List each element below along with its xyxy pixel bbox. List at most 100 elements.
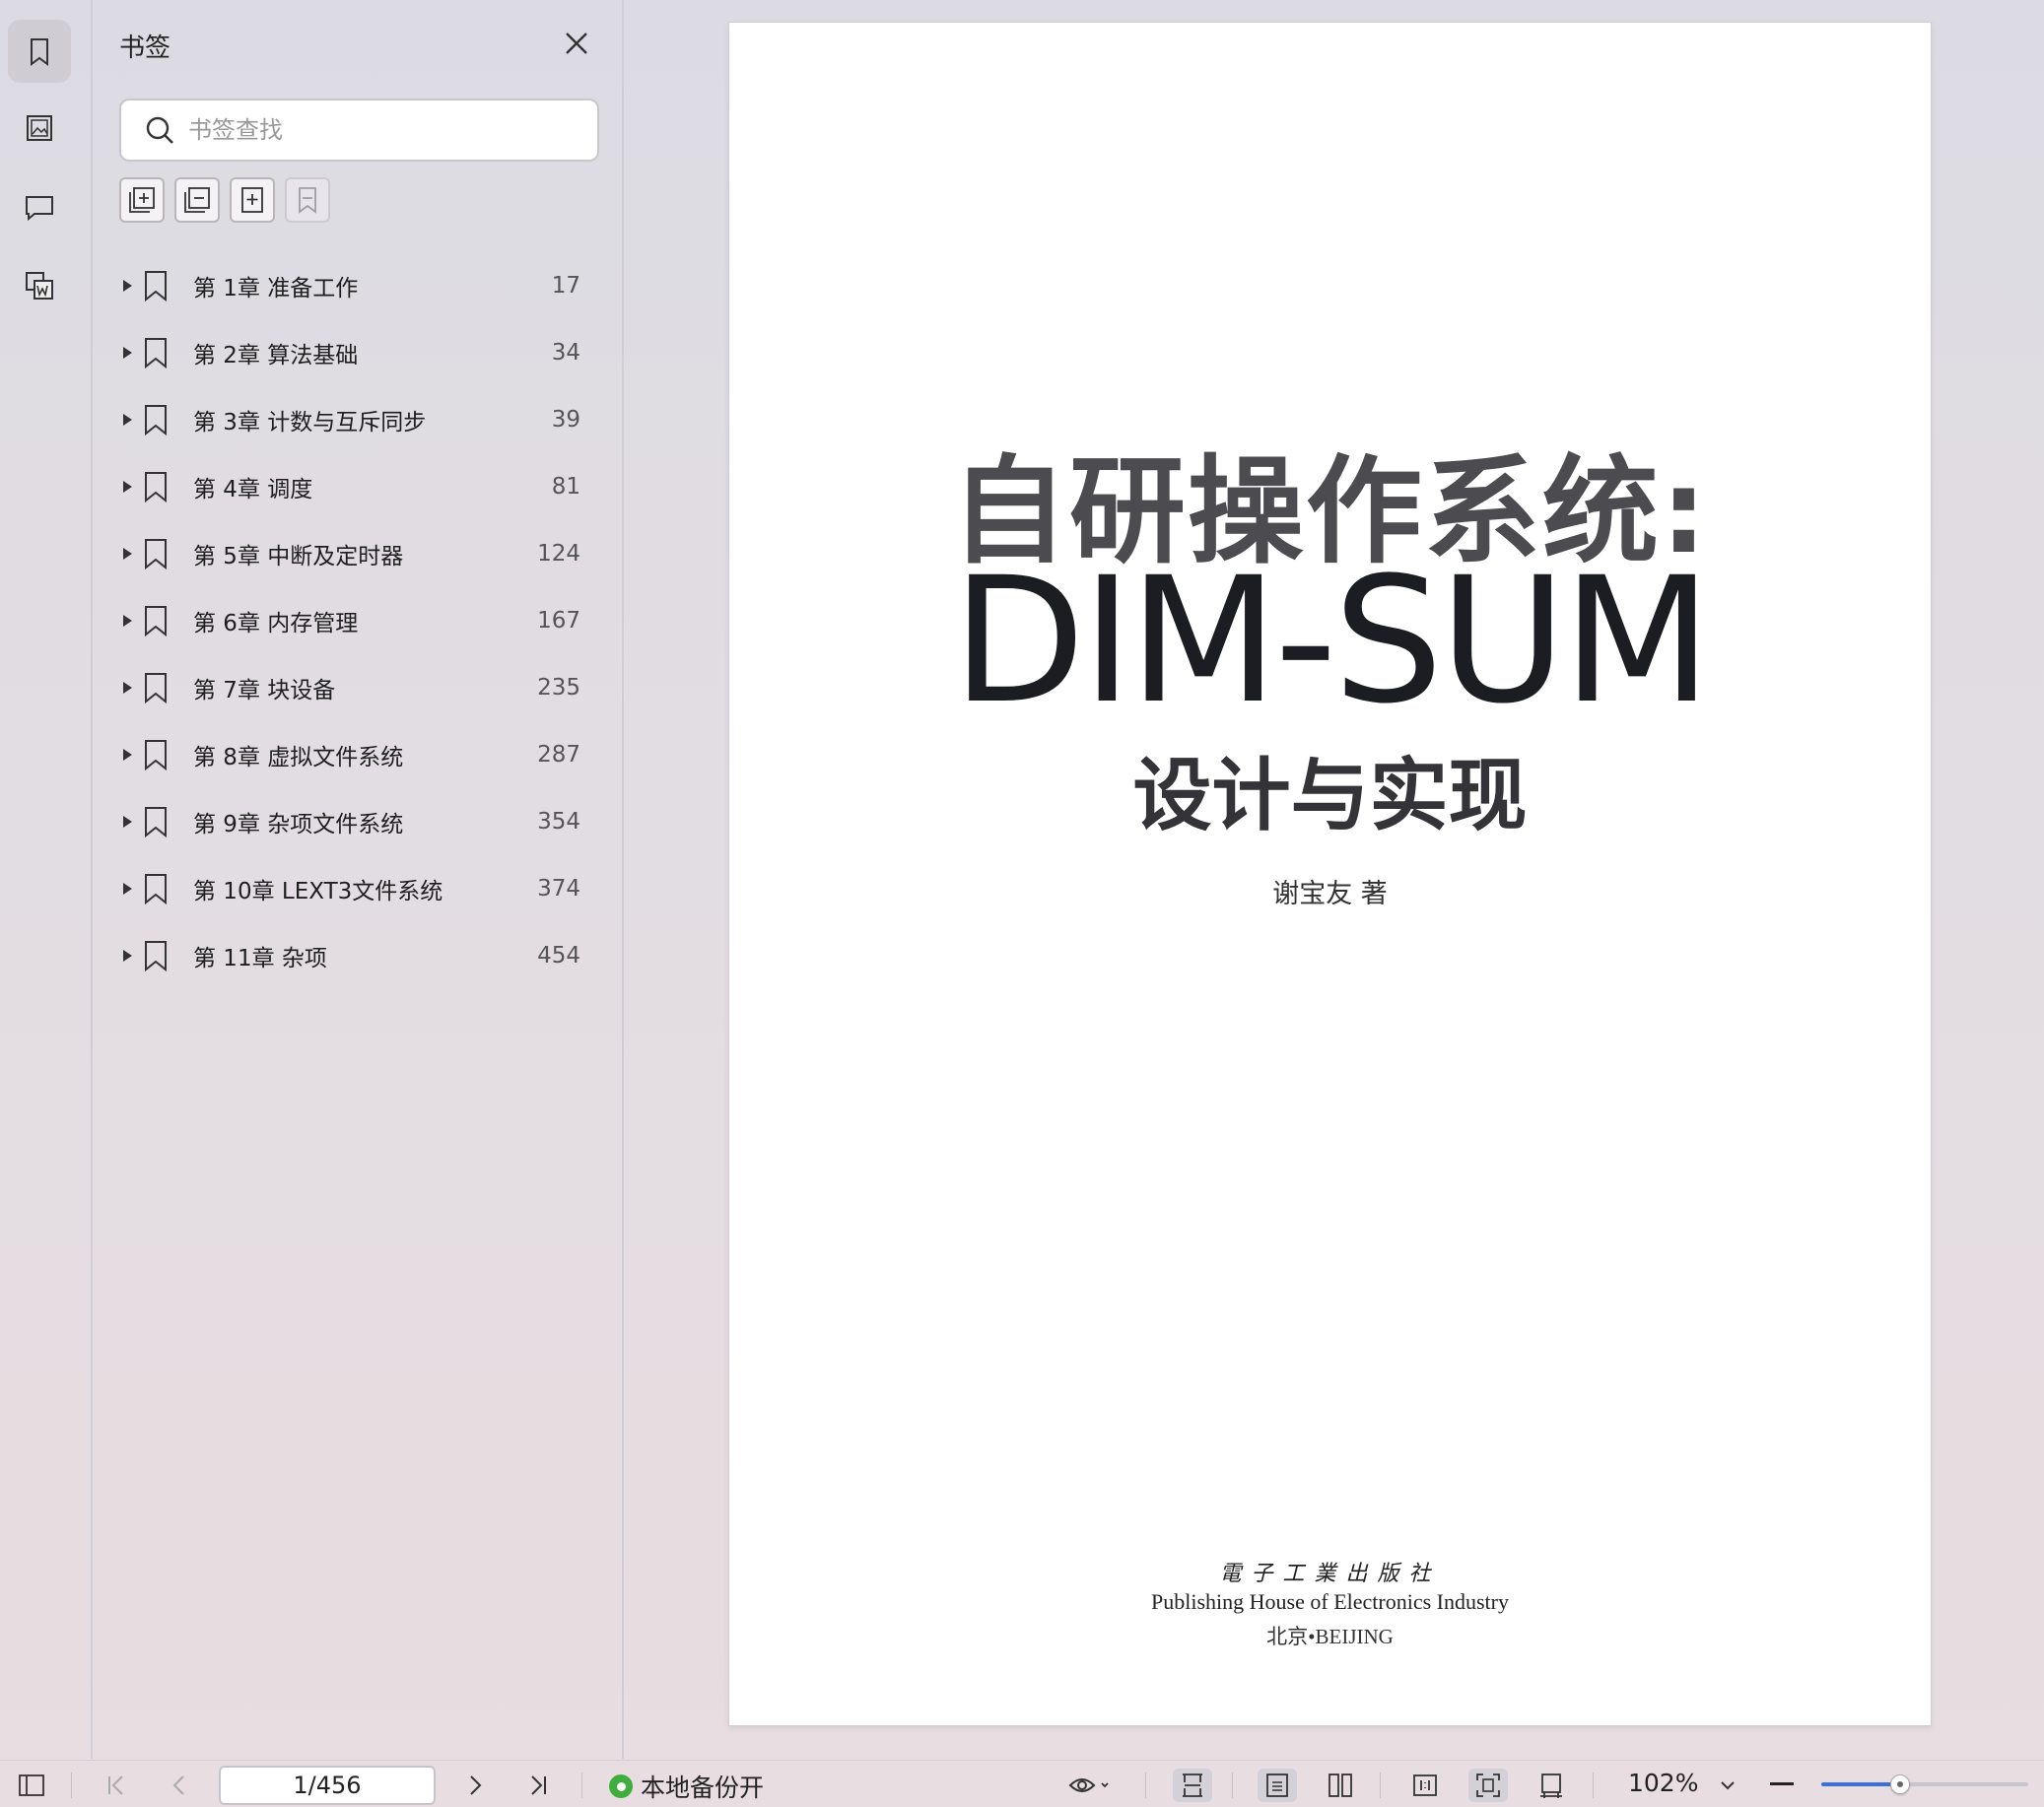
bookmark-label: 第 3章 计数与互斥同步 <box>193 410 427 435</box>
convert-panel-button[interactable] <box>8 254 71 317</box>
expand-arrow-icon[interactable] <box>123 347 132 359</box>
bookmark-icon <box>145 472 167 503</box>
bookmark-item[interactable]: 第 6章 内存管理 167 <box>119 587 602 654</box>
last-page-button[interactable] <box>518 1769 558 1802</box>
bookmark-page-number: 124 <box>537 541 580 567</box>
first-page-button[interactable] <box>97 1769 136 1802</box>
expand-arrow-icon[interactable] <box>123 548 132 560</box>
collapse-all-icon <box>184 187 210 213</box>
bookmark-page-number: 39 <box>551 407 580 433</box>
document-page: 自研操作系统: DIM-SUM 设计与实现 谢宝友 著 電子工業出版社 Publ… <box>728 22 1932 1726</box>
next-page-button[interactable] <box>455 1769 495 1802</box>
two-page-button[interactable] <box>1321 1769 1360 1802</box>
bookmark-page-number: 81 <box>551 474 580 500</box>
expand-arrow-icon[interactable] <box>123 414 132 426</box>
chevron-down-icon[interactable] <box>1717 1774 1738 1796</box>
bookmark-list: 第 1章 准备工作 17 第 2章 算法基础 34 第 3章 计数与互斥同步 39 第 4章… <box>119 252 602 989</box>
close-icon[interactable] <box>559 26 594 61</box>
bookmark-panel-button[interactable] <box>8 20 71 83</box>
bookmark-icon <box>145 606 167 637</box>
rotate-page-button[interactable] <box>1532 1769 1571 1802</box>
bookmark-icon <box>145 874 167 905</box>
bookmark-page-number: 167 <box>537 608 580 634</box>
chevron-left-icon <box>172 1775 184 1795</box>
bookmark-search-input[interactable] <box>188 116 563 144</box>
bookmark-icon <box>145 271 167 302</box>
left-rail <box>0 0 93 1759</box>
expand-arrow-icon[interactable] <box>123 615 132 627</box>
expand-arrow-icon[interactable] <box>123 950 132 962</box>
bookmark-label: 第 7章 块设备 <box>193 678 336 703</box>
fit-width-button[interactable] <box>1173 1769 1212 1802</box>
bookmark-icon <box>145 673 167 704</box>
divider <box>581 1773 582 1798</box>
bookmark-page-number: 17 <box>551 273 580 299</box>
bookmark-toolbar <box>119 177 330 223</box>
comment-icon <box>26 196 53 222</box>
add-bookmark-icon <box>241 187 263 213</box>
bookmark-item[interactable]: 第 7章 块设备 235 <box>119 654 602 721</box>
first-page-icon <box>108 1775 123 1795</box>
remove-bookmark-icon <box>299 187 316 214</box>
local-backup-toggle[interactable]: 本地备份开 <box>609 1769 764 1804</box>
bookmark-item[interactable]: 第 11章 杂项 454 <box>119 922 602 989</box>
bookmark-item[interactable]: 第 3章 计数与互斥同步 39 <box>119 386 602 453</box>
page-number-input[interactable] <box>219 1766 436 1805</box>
thumbnail-panel-button[interactable] <box>8 97 71 160</box>
bookmark-item[interactable]: 第 8章 虚拟文件系统 287 <box>119 721 602 788</box>
toggle-sidebar-button[interactable] <box>12 1769 51 1802</box>
single-page-button[interactable] <box>1258 1769 1297 1802</box>
view-mode-button[interactable] <box>1060 1769 1120 1802</box>
book-title-line2: DIM-SUM <box>951 540 1712 742</box>
image-icon <box>27 115 52 141</box>
last-page-icon <box>531 1775 546 1795</box>
zoom-level[interactable]: 102% <box>1628 1769 1698 1797</box>
bookmark-panel: 书签 第 1章 准备工作17第 2章 算法基础34第 3章 计数与互斥同步39第… <box>94 0 624 1759</box>
status-bar: 本地备份开 102% <box>0 1760 2044 1807</box>
collapse-all-button[interactable] <box>174 177 220 223</box>
bookmark-item[interactable]: 第 5章 中断及定时器 124 <box>119 520 602 587</box>
fit-page-button[interactable] <box>1468 1769 1508 1802</box>
document-viewport[interactable]: 自研操作系统: DIM-SUM 设计与实现 谢宝友 著 電子工業出版社 Publ… <box>626 0 2044 1759</box>
convert-word-icon <box>26 272 53 300</box>
bookmark-icon <box>31 38 48 66</box>
book-title-line3: 设计与实现 <box>1132 750 1528 841</box>
divider <box>1380 1773 1381 1798</box>
delete-bookmark-button[interactable] <box>285 177 330 223</box>
sidebar-toggle-icon <box>19 1774 44 1796</box>
zoom-slider[interactable] <box>1821 1774 2028 1794</box>
add-bookmark-button[interactable] <box>230 177 275 223</box>
expand-arrow-icon[interactable] <box>123 883 132 895</box>
bookmark-page-number: 354 <box>537 809 580 835</box>
expand-arrow-icon[interactable] <box>123 749 132 761</box>
single-page-icon <box>1266 1774 1288 1797</box>
bookmark-label: 第 5章 中断及定时器 <box>193 544 404 569</box>
zoom-out-button[interactable] <box>1770 1782 1794 1785</box>
bookmark-icon <box>145 941 167 972</box>
zoom-slider-handle[interactable] <box>1889 1774 1910 1794</box>
publisher-city: 北京•BEIJING <box>1266 1625 1394 1648</box>
bookmark-item[interactable]: 第 9章 杂项文件系统 354 <box>119 788 602 855</box>
chevron-right-icon <box>470 1775 482 1795</box>
bookmark-icon <box>145 807 167 838</box>
expand-arrow-icon[interactable] <box>123 816 132 828</box>
expand-all-button[interactable] <box>119 177 165 223</box>
bookmark-item[interactable]: 第 10章 LEXT3文件系统 374 <box>119 855 602 922</box>
expand-arrow-icon[interactable] <box>123 481 132 493</box>
expand-arrow-icon[interactable] <box>123 280 132 292</box>
search-icon <box>146 116 173 144</box>
bookmark-item[interactable]: 第 4章 调度 81 <box>119 453 602 520</box>
bookmark-page-number: 235 <box>537 675 580 701</box>
previous-page-button[interactable] <box>160 1769 199 1802</box>
actual-size-button[interactable] <box>1405 1769 1445 1802</box>
book-author: 谢宝友 著 <box>1272 879 1388 909</box>
bookmark-page-number: 287 <box>537 742 580 768</box>
bookmark-item[interactable]: 第 2章 算法基础 34 <box>119 319 602 386</box>
expand-arrow-icon[interactable] <box>123 682 132 694</box>
bookmark-item[interactable]: 第 1章 准备工作 17 <box>119 252 602 319</box>
publisher-name-en: Publishing House of Electronics Industry <box>1151 1589 1509 1614</box>
actual-size-icon <box>1413 1774 1437 1796</box>
comment-panel-button[interactable] <box>8 175 71 238</box>
fit-width-icon <box>1183 1774 1202 1797</box>
panel-title: 书签 <box>119 33 171 63</box>
